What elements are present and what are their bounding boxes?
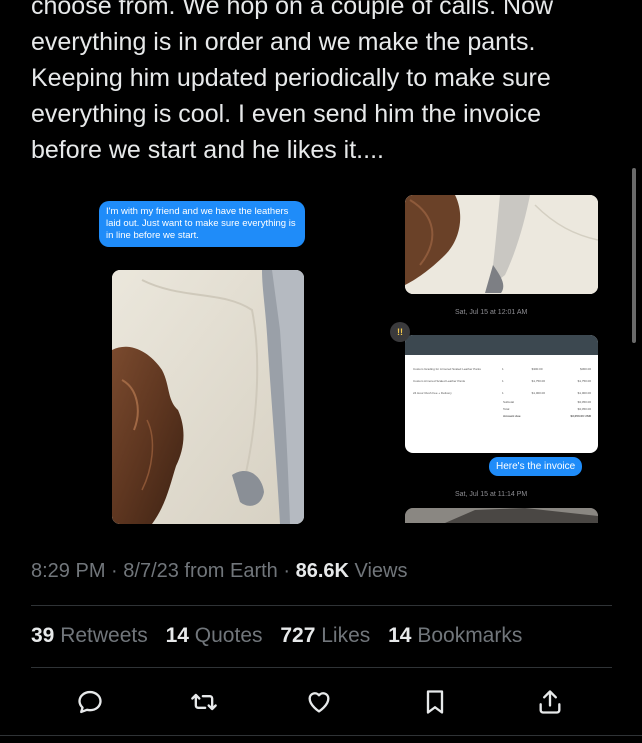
message-timestamp: Sat, Jul 15 at 11:14 PM xyxy=(455,491,528,498)
invoice-image: Custom Grading for Armored Scaled Leathe… xyxy=(405,335,598,453)
share-icon xyxy=(539,690,561,714)
invoice-totals: Subtotal $3,050.00 Total $3,050.00 Amount … xyxy=(503,400,591,418)
divider xyxy=(31,605,612,606)
tweet-line: before we start and he likes it.... xyxy=(31,136,384,164)
tweet-time[interactable]: 8:29 PM xyxy=(31,560,105,582)
views-label: Views xyxy=(348,560,408,582)
tweet-line: everything is in order and we make the p… xyxy=(31,28,536,56)
like-button[interactable] xyxy=(303,686,335,718)
invoice-message-bubble: Here's the invoice xyxy=(489,457,583,476)
tweet-text: choose from. We hop on a couple of calls… xyxy=(31,0,621,168)
leather-photo-art xyxy=(112,270,304,524)
quotes-stat[interactable]: 14 Quotes xyxy=(166,624,263,647)
tweet-media[interactable]: I'm with my friend and we have the leath… xyxy=(31,183,621,537)
media-image-left[interactable]: I'm with my friend and we have the leath… xyxy=(93,197,308,537)
tweet-line: Keeping him updated periodically to make… xyxy=(31,64,551,92)
photo-bottom-partial xyxy=(405,508,598,523)
views-count: 86.6K xyxy=(295,560,349,582)
engagement-stats: 39 Retweets 14 Quotes 727 Likes 14 Bookm… xyxy=(31,624,534,648)
retweet-button[interactable] xyxy=(188,686,220,718)
invoice-row: Custom Armored Scaled Leather Pants 1 $1… xyxy=(413,379,592,383)
retweet-icon xyxy=(191,693,217,711)
tweet-line: everything is cool. I even send him the … xyxy=(31,100,541,128)
bookmark-icon xyxy=(426,690,444,714)
message-text: Here's the invoice xyxy=(496,461,576,472)
photo-top-art xyxy=(405,195,598,294)
tweet-date[interactable]: 8/7/23 xyxy=(123,560,179,582)
message-text: I'm with my friend and we have the leath… xyxy=(106,206,296,241)
photo-top xyxy=(405,195,598,294)
media-image-right[interactable]: Sat, Jul 15 at 12:01 AM Custom Grading f… xyxy=(403,183,600,523)
tweet-source: from Earth xyxy=(178,560,278,582)
tweet-line: choose from. We hop on a couple of calls… xyxy=(31,0,554,20)
divider xyxy=(0,735,642,736)
photo-bottom-art xyxy=(405,508,598,523)
invoice-header-photo xyxy=(405,335,598,355)
reaction-badge: !! xyxy=(390,322,410,342)
like-icon xyxy=(308,692,330,713)
invoice-row: 24 Hour Rush Fee + Delivery 1 $1,000.00 … xyxy=(413,391,592,395)
invoice-row: Custom Grading for Armored Scaled Leathe… xyxy=(413,367,592,371)
likes-stat[interactable]: 727 Likes xyxy=(280,624,370,647)
message-timestamp: Sat, Jul 15 at 12:01 AM xyxy=(455,309,528,316)
share-button[interactable] xyxy=(534,686,566,718)
reply-button[interactable] xyxy=(74,686,106,718)
divider xyxy=(31,667,612,668)
message-bubble: I'm with my friend and we have the leath… xyxy=(99,201,305,247)
invoice-table: Custom Grading for Armored Scaled Leathe… xyxy=(413,363,591,420)
tweet-meta: 8:29 PM · 8/7/23 from Earth · 86.6K View… xyxy=(31,560,408,582)
action-bar xyxy=(74,686,574,720)
bookmark-button[interactable] xyxy=(419,686,451,718)
retweets-stat[interactable]: 39 Retweets xyxy=(31,624,148,647)
bookmarks-stat[interactable]: 14 Bookmarks xyxy=(388,624,522,647)
reply-icon xyxy=(78,690,102,714)
scrollbar[interactable] xyxy=(632,168,636,343)
leather-photo xyxy=(112,270,304,524)
